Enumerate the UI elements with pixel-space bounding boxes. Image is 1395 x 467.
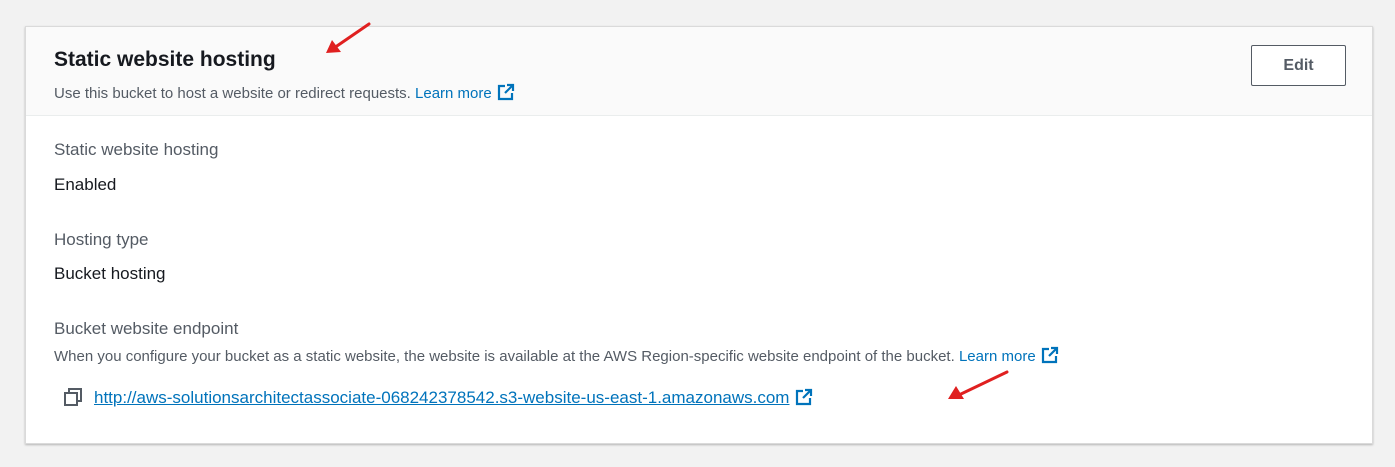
header-learn-more-label: Learn more [415,85,492,102]
endpoint-url-row: http://aws-solutionsarchitectassociate-0… [63,387,813,411]
endpoint-url-text: http://aws-solutionsarchitectassociate-0… [94,388,790,407]
red-arrow-annotation [326,22,371,53]
copy-icon[interactable] [63,387,83,407]
header-learn-more-link[interactable]: Learn more [415,83,515,102]
hosting-status-label: Static website hosting [54,140,219,159]
hosting-type-value: Bucket hosting [54,264,166,283]
hosting-type-label: Hosting type [54,230,149,249]
endpoint-url-link[interactable]: http://aws-solutionsarchitectassociate-0… [94,388,789,407]
panel-description: Use this bucket to host a website or red… [54,83,515,104]
panel-header: Static website hosting Use this bucket t… [26,27,1372,116]
panel-title: Static website hosting [54,48,276,71]
panel-description-text: Use this bucket to host a website or red… [54,85,411,102]
edit-button[interactable]: Edit [1251,45,1346,86]
endpoint-label: Bucket website endpoint [54,319,239,338]
static-website-hosting-panel: Static website hosting Use this bucket t… [25,26,1373,444]
endpoint-description-text: When you configure your bucket as a stat… [54,348,955,365]
red-arrow-annotation [948,370,1009,399]
endpoint-learn-more-label: Learn more [958,348,1036,365]
external-link-icon[interactable] [795,388,813,406]
endpoint-description: When you configure your bucket as a stat… [54,346,1059,367]
hosting-status-value: Enabled [54,175,117,194]
endpoint-learn-more-link[interactable]: Learn more [958,346,1059,365]
external-link-icon [1041,346,1058,364]
external-link-icon [497,83,514,101]
